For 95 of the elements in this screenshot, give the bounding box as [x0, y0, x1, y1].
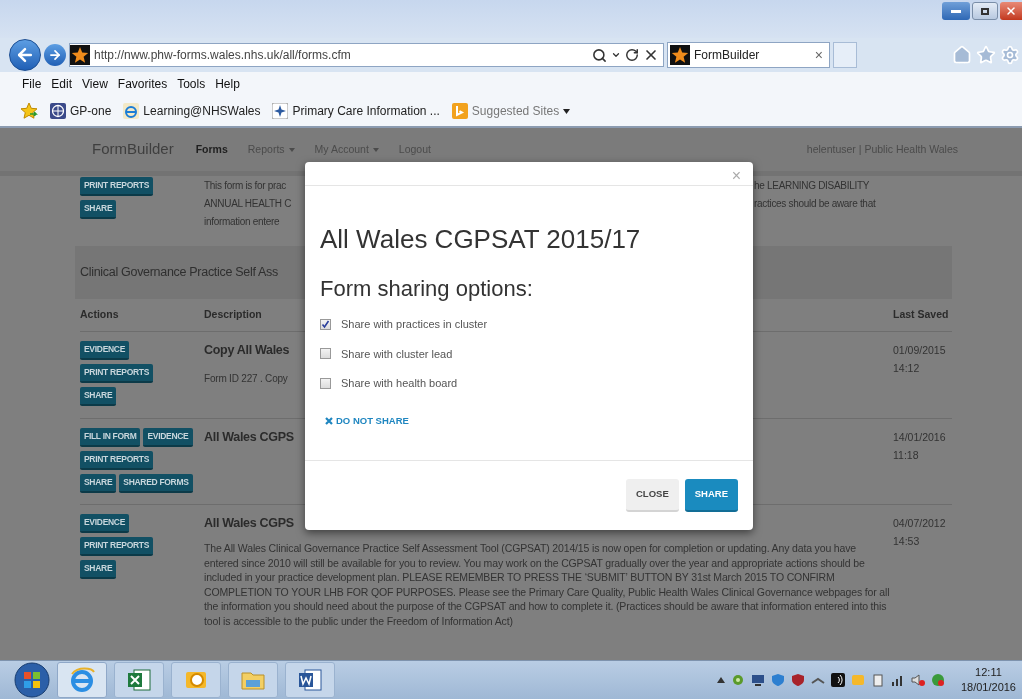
- description-fragment: information entere: [204, 216, 280, 227]
- option-label: Share with cluster lead: [341, 346, 453, 362]
- signal-icon[interactable]: [890, 673, 905, 687]
- action-button[interactable]: SHARED FORMS: [119, 474, 193, 493]
- tab-close[interactable]: ×: [814, 44, 827, 66]
- back-button[interactable]: [9, 39, 41, 71]
- dialog-title: All Wales CGPSAT 2015/17: [320, 224, 642, 254]
- saved-date: 04/07/2012: [893, 516, 946, 531]
- browser-taskbar-icon[interactable]: [57, 662, 107, 698]
- favorite-link[interactable]: GP-one: [70, 102, 112, 120]
- clock-time[interactable]: 12:11: [975, 665, 1002, 680]
- monitor-icon[interactable]: [750, 673, 765, 687]
- tab-title: FormBuilder: [694, 47, 761, 64]
- action-button[interactable]: FILL IN FORM: [80, 428, 141, 447]
- description-fragment: ractices should be aware that: [754, 198, 876, 209]
- minimize-button[interactable]: [942, 2, 970, 20]
- form-description: The All Wales Clinical Governance Practice Self Assessment Tool (CGPSAT) 2014/15 is now open for completion or updating. Any data you have entered since 2010 will still be available for you to review. You may work on the CGPSAT gradually over the year and appropriate actions should be included in your practice development plan. PLEASE REMEMBER TO PRESS THE ‘SUBMIT’ BUTTON BY 31st March 2015 TO CONFIRM COMPLETION TO YOUR LHB FOR QOF PURPOSES. Please see the Primary Care Quality, Public Health Wales Clinical Governance webpages for all the information you should need about the purpose of the CGPSAT and how to complete it. (Practices should be aware that information entered into this tool is accessible to the public under the Freedom of Information Act): [204, 541, 891, 628]
- option-label: Share with health board: [341, 376, 458, 391]
- favorite-link[interactable]: Suggested Sites: [471, 102, 560, 120]
- menu-item[interactable]: Edit: [51, 75, 73, 93]
- column-header: Description: [204, 307, 263, 323]
- close-icon: [1005, 5, 1017, 17]
- form-title: All Wales CGPS: [204, 429, 294, 446]
- dialog-subtitle: Form sharing options:: [320, 276, 534, 302]
- dropdown-icon[interactable]: [611, 50, 621, 60]
- saved-time: 11:18: [893, 448, 919, 463]
- saved-time: 14:12: [893, 361, 920, 376]
- document-taskbar-icon[interactable]: [285, 662, 335, 698]
- url-text: http://nww.phw-forms.wales.nhs.uk/all/forms.cfm: [94, 47, 352, 64]
- action-button[interactable]: EVIDENCE: [143, 428, 193, 447]
- favorite-link[interactable]: Learning@NHSWales: [143, 102, 261, 120]
- action-button[interactable]: PRINT REPORTS: [80, 451, 154, 470]
- caret-icon: [563, 108, 571, 114]
- form-description: Form ID 227 . Copy: [204, 372, 288, 386]
- stop-icon[interactable]: [643, 47, 659, 63]
- description-fragment: ANNUAL HEALTH C: [204, 198, 292, 209]
- browser-tab[interactable]: FormBuilder ×: [667, 42, 830, 68]
- menu-item[interactable]: Help: [215, 75, 240, 93]
- close-icon: [325, 416, 333, 425]
- option-label: Share with practices in cluster: [341, 317, 488, 332]
- nav-link[interactable]: Forms: [195, 141, 228, 158]
- checkbox[interactable]: [320, 377, 331, 389]
- action-button[interactable]: PRINT REPORTS: [80, 177, 154, 196]
- refresh-icon[interactable]: [625, 48, 639, 62]
- menu-item[interactable]: File: [22, 75, 42, 93]
- action-button[interactable]: SHARE: [80, 200, 117, 219]
- menu-item[interactable]: View: [82, 75, 108, 93]
- speaker-icon[interactable]: [830, 673, 845, 687]
- saved-time: 14:53: [893, 534, 920, 549]
- dialog-button[interactable]: SHARE: [684, 479, 738, 512]
- clock-date[interactable]: 18/01/2016: [960, 680, 1016, 695]
- shield-icon[interactable]: [770, 673, 785, 687]
- address-bar[interactable]: http://nww.phw-forms.wales.nhs.uk/all/forms.cfm: [69, 43, 664, 67]
- menu-item[interactable]: Tools: [177, 75, 206, 93]
- shield-icon[interactable]: [790, 673, 805, 687]
- start-button[interactable]: [14, 662, 50, 698]
- forward-button[interactable]: [44, 44, 66, 66]
- section-title: Clinical Governance Practice Self Ass: [80, 264, 279, 282]
- action-button[interactable]: SHARE: [80, 474, 117, 493]
- action-button[interactable]: PRINT REPORTS: [80, 537, 154, 556]
- restore-button[interactable]: [972, 2, 998, 20]
- star-icon: [70, 45, 90, 65]
- action-button[interactable]: PRINT REPORTS: [80, 364, 154, 383]
- saved-date: 14/01/2016: [893, 430, 946, 445]
- description-fragment: he LEARNING DISABILITY: [754, 180, 870, 191]
- do-not-share-link[interactable]: DO NOT SHARE: [325, 413, 409, 428]
- compass-icon: [272, 103, 289, 119]
- browser-icon: [123, 103, 140, 119]
- favorites-icon[interactable]: [20, 102, 38, 120]
- action-button[interactable]: SHARE: [80, 387, 117, 406]
- checkbox[interactable]: [320, 318, 331, 330]
- arrow-right-icon: [48, 48, 62, 62]
- column-header: Actions: [80, 307, 120, 323]
- saved-date: 01/09/2015: [893, 343, 946, 358]
- globe-icon: [50, 103, 66, 119]
- mail-taskbar-icon[interactable]: [171, 662, 221, 698]
- action-button[interactable]: EVIDENCE: [80, 341, 130, 360]
- search-icon[interactable]: [592, 47, 607, 63]
- column-header: Last Saved: [893, 307, 950, 323]
- volume-muted-icon[interactable]: [910, 673, 925, 687]
- form-title: All Wales CGPS: [204, 515, 294, 532]
- bing-icon: [451, 103, 468, 119]
- action-button[interactable]: EVIDENCE: [80, 514, 130, 533]
- description-fragment: This form is for prac: [204, 180, 287, 191]
- menu-item[interactable]: Favorites: [117, 75, 168, 93]
- favorite-link[interactable]: Primary Care Information ...: [292, 102, 440, 120]
- action-button[interactable]: SHARE: [80, 560, 117, 579]
- star-icon: [670, 45, 690, 65]
- show-hidden-icon[interactable]: [716, 677, 725, 683]
- dialog-button[interactable]: CLOSE: [626, 479, 679, 512]
- spreadsheet-taskbar-icon[interactable]: [114, 662, 164, 698]
- checkbox[interactable]: [320, 348, 331, 360]
- form-title: Copy All Wales: [204, 342, 290, 359]
- close-button[interactable]: [1000, 2, 1022, 20]
- gear-icon[interactable]: [730, 673, 745, 687]
